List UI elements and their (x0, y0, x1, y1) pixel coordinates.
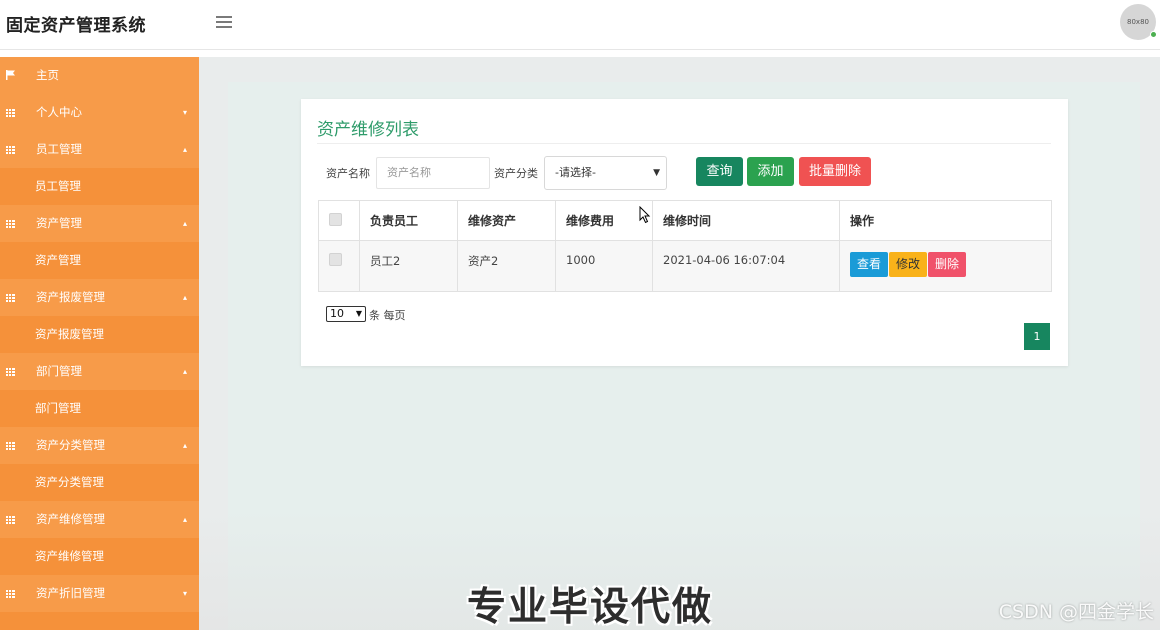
column-header: 操作 (839, 200, 1052, 241)
sidebar-item-asset-mgmt[interactable]: 资产管理 ▴ (0, 205, 199, 242)
asset-cell: 资产2 (457, 240, 556, 292)
time-cell: 2021-04-06 16:07:04 (652, 240, 840, 292)
asset-category-label: 资产分类 (494, 167, 538, 180)
grid-icon (6, 368, 15, 376)
select-all-checkbox[interactable] (329, 212, 342, 226)
sidebar-item-label: 部门管理 (35, 401, 81, 415)
sidebar-item-department-mgmt[interactable]: 部门管理 ▴ (0, 353, 199, 390)
sidebar-subitem-asset-mgmt[interactable]: 资产管理 (0, 242, 199, 279)
mouse-cursor-icon (639, 206, 651, 224)
caption-text: 专业毕设代做 (466, 585, 713, 630)
grid-icon (6, 294, 15, 302)
page-size-value: 10 (330, 307, 344, 320)
sidebar-item-employee-mgmt[interactable]: 员工管理 ▴ (0, 131, 199, 168)
delete-button[interactable]: 删除 (928, 252, 967, 277)
grid-icon (6, 516, 15, 524)
sidebar-item-asset-category-mgmt[interactable]: 资产分类管理 ▴ (0, 427, 199, 464)
query-button[interactable]: 查询 (696, 157, 743, 186)
view-button[interactable]: 查看 (850, 252, 889, 277)
app-title: 固定资产管理系统 (6, 16, 146, 36)
sidebar-item-label: 资产维修管理 (36, 512, 105, 526)
sidebar-item-personal-center[interactable]: 个人中心 ▾ (0, 94, 199, 131)
repair-table: 负责员工 维修资产 维修费用 维修时间 操作 员工2 资产2 1000 2021… (318, 200, 1052, 292)
edit-button[interactable]: 修改 (889, 252, 928, 277)
flag-icon (6, 70, 15, 80)
sidebar-item-label: 资产分类管理 (36, 438, 105, 452)
chevron-up-icon: ▴ (182, 515, 187, 524)
sidebar-item-asset-repair-mgmt[interactable]: 资产维修管理 ▴ (0, 501, 199, 538)
sidebar-item-label: 资产管理 (35, 253, 81, 267)
sidebar-item-label: 主页 (36, 68, 59, 82)
online-status-dot (1150, 31, 1157, 38)
asset-name-input[interactable]: 资产名称 (376, 157, 490, 189)
menu-toggle-icon[interactable] (216, 16, 232, 28)
grid-icon (6, 109, 15, 117)
column-header: 负责员工 (359, 200, 458, 241)
grid-icon (6, 442, 15, 450)
asset-name-placeholder: 资产名称 (387, 166, 431, 179)
add-button[interactable]: 添加 (747, 157, 794, 186)
sidebar-item-label: 资产管理 (36, 216, 82, 230)
sidebar-item-home[interactable]: 主页 (0, 57, 199, 94)
chevron-down-icon: ▼ (653, 168, 660, 178)
chevron-up-icon: ▴ (182, 441, 187, 450)
watermark-text: CSDN @四金学长 (998, 601, 1154, 623)
table-header-row: 负责员工 维修资产 维修费用 维修时间 操作 (318, 200, 1052, 241)
row-select-cell (318, 240, 360, 292)
sidebar-item-label: 个人中心 (36, 105, 82, 119)
chevron-up-icon: ▴ (182, 293, 187, 302)
title-divider (317, 143, 1051, 144)
grid-icon (6, 146, 15, 154)
chevron-down-icon: ▼ (355, 309, 362, 318)
sidebar-item-label: 员工管理 (36, 142, 82, 156)
page-number-button[interactable]: 1 (1024, 323, 1050, 350)
table-row: 员工2 资产2 1000 2021-04-06 16:07:04 查看 修改 删除 (318, 240, 1052, 292)
page-title: 资产维修列表 (317, 120, 419, 140)
chevron-up-icon: ▴ (182, 145, 187, 154)
cost-cell: 1000 (555, 240, 653, 292)
batch-delete-button[interactable]: 批量删除 (799, 157, 871, 186)
column-header: 维修费用 (555, 200, 653, 241)
sidebar-item-label: 部门管理 (36, 364, 82, 378)
avatar-text: 80x80 (1127, 18, 1149, 26)
column-header: 维修资产 (457, 200, 556, 241)
select-all-cell (318, 200, 360, 241)
sidebar-subitem-asset-category-mgmt[interactable]: 资产分类管理 (0, 464, 199, 501)
asset-name-label: 资产名称 (326, 167, 370, 180)
column-header: 维修时间 (652, 200, 840, 241)
top-bar: 固定资产管理系统 80x80 (0, 0, 1160, 50)
sidebar-item-label: 资产维修管理 (35, 549, 104, 563)
sidebar: 主页 个人中心 ▾ 员工管理 ▴ 员工管理 资产管理 ▴ 资产管理 资产报废管理… (0, 57, 199, 630)
asset-category-select[interactable]: -请选择- ▼ (544, 156, 667, 190)
chevron-up-icon: ▴ (182, 219, 187, 228)
sidebar-subitem-department-mgmt[interactable]: 部门管理 (0, 390, 199, 427)
page-size-select[interactable]: 10 ▼ (326, 306, 366, 322)
chevron-up-icon: ▴ (182, 367, 187, 376)
sidebar-item-label: 资产报废管理 (36, 290, 105, 304)
sidebar-item-label: 资产报废管理 (35, 327, 104, 341)
sidebar-subitem-asset-scrap-mgmt[interactable]: 资产报废管理 (0, 316, 199, 353)
sidebar-subitem-employee-mgmt[interactable]: 员工管理 (0, 168, 199, 205)
employee-cell: 员工2 (359, 240, 458, 292)
sidebar-item-asset-scrap-mgmt[interactable]: 资产报废管理 ▴ (0, 279, 199, 316)
grid-icon (6, 220, 15, 228)
chevron-down-icon: ▾ (182, 108, 187, 117)
repair-list-card: 资产维修列表 资产名称 资产名称 资产分类 -请选择- ▼ 查询 添加 批量删除… (301, 99, 1068, 366)
asset-category-selected: -请选择- (555, 166, 596, 179)
sidebar-subitem-asset-repair-mgmt[interactable]: 资产维修管理 (0, 538, 199, 575)
page-size-label: 条 每页 (369, 309, 406, 322)
actions-cell: 查看 修改 删除 (839, 240, 1052, 292)
sidebar-item-label: 资产分类管理 (35, 475, 104, 489)
sidebar-item-label: 员工管理 (35, 179, 81, 193)
row-checkbox[interactable] (329, 253, 342, 266)
